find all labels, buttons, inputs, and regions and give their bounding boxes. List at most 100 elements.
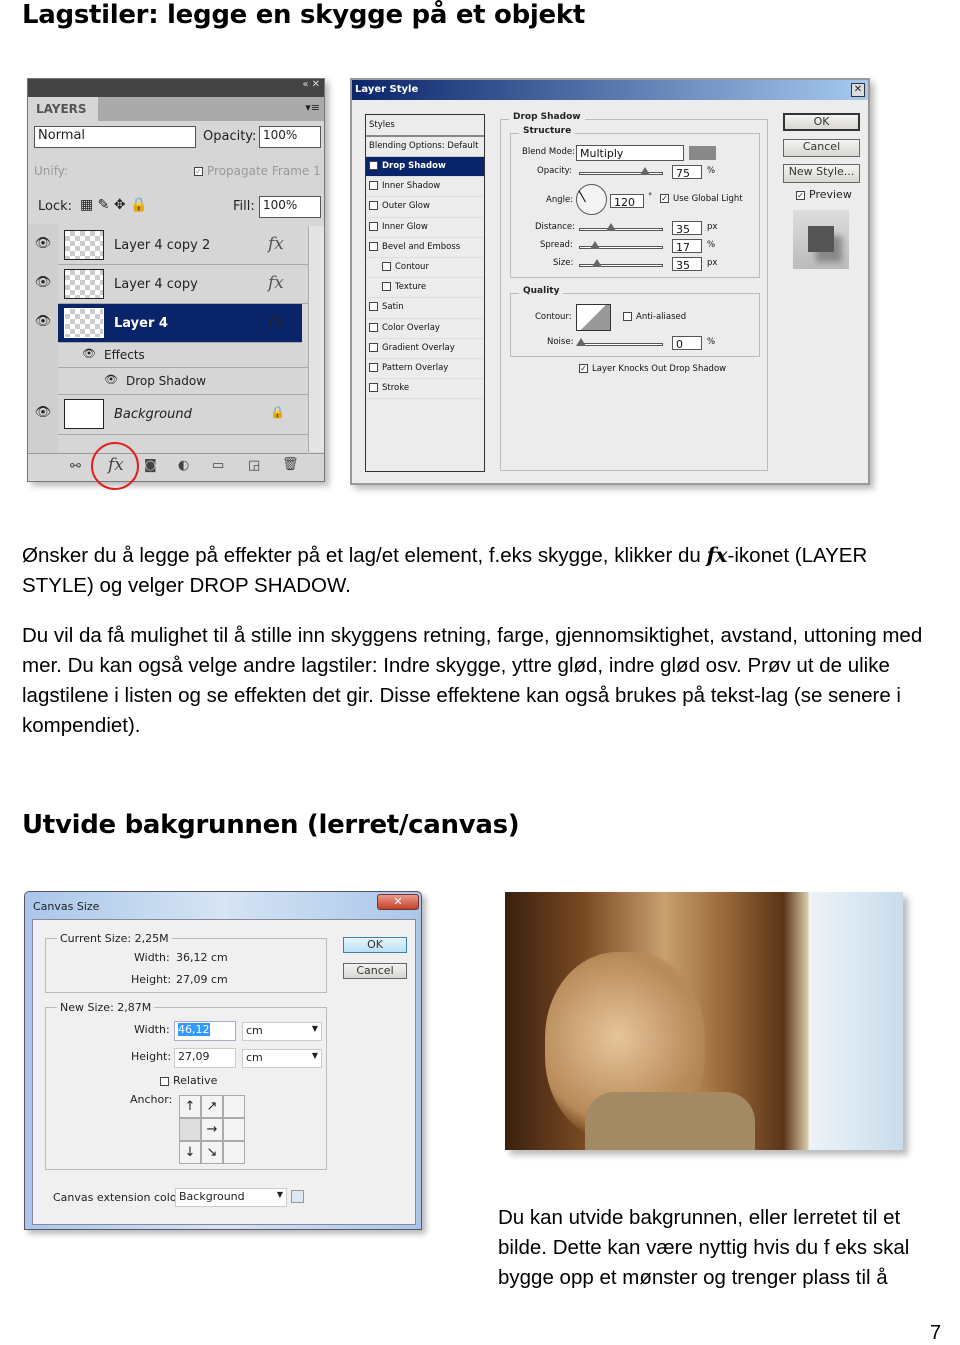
style-item[interactable]: Pattern Overlay: [366, 359, 484, 380]
panel-menu-icon[interactable]: ▾≡: [305, 101, 320, 114]
eye-icon[interactable]: 👁: [82, 347, 96, 360]
eye-icon[interactable]: 👁: [32, 314, 54, 329]
style-item[interactable]: Bevel and Emboss: [366, 238, 484, 258]
adjustment-icon[interactable]: ◐: [178, 458, 189, 473]
eye-icon[interactable]: 👁: [104, 373, 118, 386]
spread-input[interactable]: 17: [672, 239, 702, 254]
eye-icon[interactable]: 👁: [32, 236, 54, 251]
anchor-cell[interactable]: ↗: [201, 1095, 223, 1118]
link-icon[interactable]: ⚯: [70, 459, 81, 474]
new-height-input[interactable]: 27,09: [174, 1048, 236, 1068]
new-style-button[interactable]: New Style...: [783, 164, 860, 183]
contour-picker[interactable]: [576, 304, 611, 331]
ok-button[interactable]: OK: [783, 113, 860, 131]
styles-header[interactable]: Styles: [366, 115, 484, 137]
style-item[interactable]: Texture: [366, 278, 484, 299]
distance-slider[interactable]: [579, 223, 663, 231]
anchor-cell[interactable]: [179, 1118, 201, 1141]
relative-checkbox[interactable]: Relative: [160, 1074, 217, 1087]
new-layer-icon[interactable]: ◲: [248, 458, 260, 473]
anchor-cell[interactable]: [223, 1095, 245, 1118]
mask-icon[interactable]: ◙: [144, 458, 157, 473]
style-item[interactable]: Gradient Overlay: [366, 339, 484, 359]
checkbox[interactable]: [369, 201, 378, 211]
noise-input[interactable]: 0: [672, 336, 702, 351]
drop-shadow-row[interactable]: 👁 Drop Shadow: [58, 368, 308, 395]
style-item-label: Stroke: [382, 383, 410, 394]
spread-slider[interactable]: [579, 241, 663, 249]
style-item[interactable]: Contour: [366, 258, 484, 279]
style-item[interactable]: Stroke: [366, 379, 484, 400]
layer-row-selected[interactable]: 👁 Layer 4 fx: [35, 304, 302, 343]
angle-input[interactable]: 120: [610, 194, 644, 209]
checkbox[interactable]: [369, 181, 378, 191]
cancel-button[interactable]: Cancel: [783, 139, 860, 157]
checkbox[interactable]: [369, 322, 378, 332]
ok-button[interactable]: OK: [343, 937, 407, 953]
checkbox[interactable]: ✓: [369, 161, 378, 170]
shadow-color-swatch[interactable]: [689, 146, 716, 160]
knockout-checkbox[interactable]: ✓ Layer Knocks Out Drop Shadow: [579, 364, 726, 374]
anchor-cell[interactable]: [223, 1141, 245, 1164]
fx-icon[interactable]: fx: [268, 273, 284, 293]
checkbox[interactable]: [382, 282, 391, 292]
checkbox[interactable]: [369, 362, 378, 372]
checkbox[interactable]: [369, 342, 378, 352]
eye-icon[interactable]: 👁: [32, 405, 54, 420]
opacity-slider[interactable]: [579, 167, 663, 175]
angle-dial[interactable]: [576, 184, 607, 215]
anchor-cell[interactable]: ↓: [179, 1141, 201, 1164]
blend-mode-select[interactable]: Multiply: [576, 145, 684, 161]
folder-icon[interactable]: ▭: [212, 458, 224, 473]
cancel-button[interactable]: Cancel: [343, 963, 407, 979]
close-button[interactable]: ✕: [377, 894, 419, 910]
style-item-label: Gradient Overlay: [382, 342, 455, 353]
layers-scrollbar[interactable]: [308, 226, 324, 452]
propagate-frame-checkbox[interactable]: ✓ Propagate Frame 1: [194, 164, 321, 178]
eye-icon[interactable]: 👁: [32, 275, 54, 290]
preview-checkbox[interactable]: ✓ Preview: [796, 188, 852, 201]
anchor-cell[interactable]: ↘: [201, 1141, 223, 1164]
style-item[interactable]: Satin: [366, 298, 484, 319]
distance-input[interactable]: 35: [672, 221, 702, 236]
style-item[interactable]: Inner Glow: [366, 218, 484, 238]
lock-icons[interactable]: ▦ ✎ ✥ 🔒: [80, 197, 147, 213]
blending-options-item[interactable]: Blending Options: Default: [366, 137, 484, 157]
extension-color-select[interactable]: Background ▼: [175, 1188, 287, 1207]
noise-slider[interactable]: [576, 338, 663, 346]
checkbox[interactable]: [382, 261, 391, 271]
tab-layers[interactable]: LAYERS: [28, 97, 98, 121]
layer-row[interactable]: 👁 Layer 4 copy fx: [35, 265, 308, 304]
opacity-input[interactable]: 100%: [259, 126, 321, 148]
checkbox[interactable]: [369, 221, 378, 231]
style-item-label: Bevel and Emboss: [382, 241, 461, 252]
size-input[interactable]: 35: [672, 257, 702, 272]
width-unit-select[interactable]: cm ▼: [242, 1022, 322, 1041]
anchor-cell[interactable]: →: [201, 1118, 223, 1141]
style-item[interactable]: ✓ Drop Shadow: [366, 157, 484, 178]
blend-mode-select[interactable]: Normal: [34, 126, 196, 148]
checkbox[interactable]: [369, 302, 378, 312]
fill-input[interactable]: 100%: [259, 196, 321, 218]
layer-row-background[interactable]: 👁 Background 🔒: [35, 395, 308, 435]
fx-icon[interactable]: fx: [268, 312, 284, 332]
extension-color-swatch[interactable]: [291, 1190, 304, 1203]
style-item[interactable]: Inner Shadow: [366, 177, 484, 198]
style-item[interactable]: Outer Glow: [366, 197, 484, 218]
trash-icon[interactable]: 🗑: [282, 457, 299, 472]
style-item[interactable]: Color Overlay: [366, 319, 484, 339]
checkbox[interactable]: [369, 383, 378, 393]
close-button[interactable]: ✕: [851, 83, 865, 97]
effects-row[interactable]: 👁 Effects: [58, 343, 308, 368]
new-width-input[interactable]: 46,12: [174, 1021, 236, 1041]
size-slider[interactable]: [579, 259, 663, 267]
layer-row[interactable]: 👁 Layer 4 copy 2 fx: [35, 226, 308, 265]
global-light-checkbox[interactable]: ✓ Use Global Light: [660, 194, 743, 204]
anti-aliased-checkbox[interactable]: Anti-aliased: [623, 312, 686, 322]
fx-icon[interactable]: fx: [268, 234, 284, 254]
opacity-input[interactable]: 75: [672, 165, 702, 180]
anchor-cell[interactable]: ↑: [179, 1095, 201, 1118]
anchor-cell[interactable]: [223, 1118, 245, 1141]
height-unit-select[interactable]: cm ▼: [242, 1049, 322, 1068]
checkbox[interactable]: [369, 241, 378, 251]
